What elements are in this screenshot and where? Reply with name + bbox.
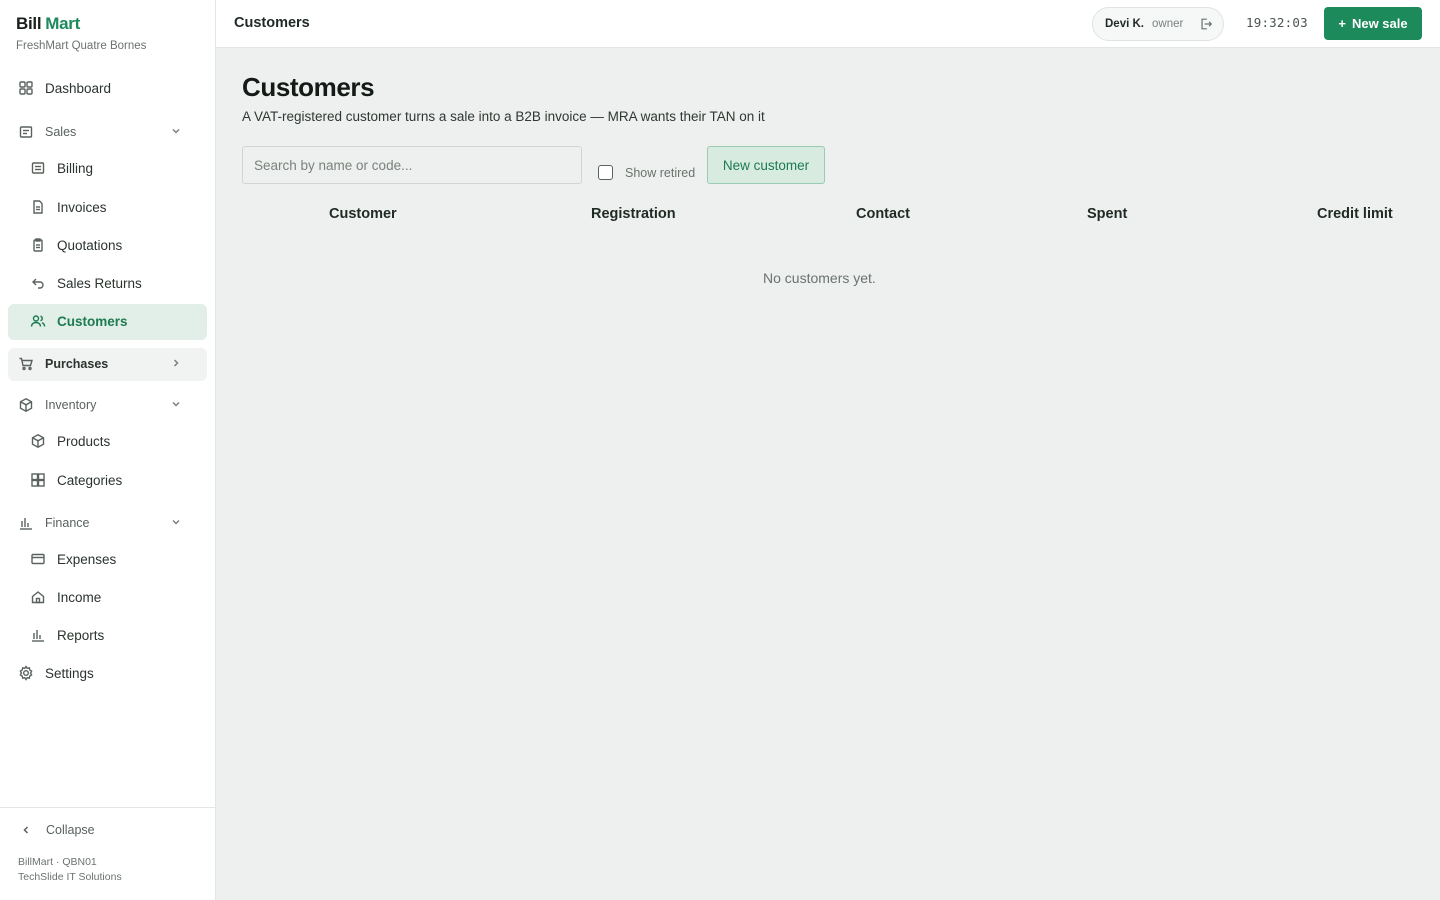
page-subtitle: A VAT-registered customer turns a sale i… bbox=[242, 109, 765, 124]
bar-chart-icon bbox=[16, 513, 36, 533]
receipt-icon bbox=[16, 122, 36, 142]
app-logo[interactable]: Bill Mart bbox=[16, 14, 80, 34]
return-arrow-icon bbox=[28, 273, 48, 293]
sidebar-item-billing[interactable]: Billing bbox=[28, 158, 93, 178]
plus-icon: + bbox=[1338, 16, 1346, 31]
sidebar-group-inventory[interactable]: Inventory bbox=[16, 395, 200, 415]
sidebar-item-expenses[interactable]: Expenses bbox=[28, 549, 116, 569]
user-role: owner bbox=[1152, 18, 1184, 30]
column-header-contact[interactable]: Contact bbox=[856, 206, 910, 222]
empty-state-message: No customers yet. bbox=[763, 270, 876, 286]
store-name: FreshMart Quatre Bornes bbox=[16, 40, 147, 52]
sidebar-item-label: Reports bbox=[57, 627, 105, 643]
top-bar: Customers Devi K. owner 19:32:03 + New s… bbox=[216, 0, 1440, 48]
home-icon bbox=[28, 587, 48, 607]
sidebar-item-label: Products bbox=[57, 433, 111, 449]
sidebar-group-label: Inventory bbox=[45, 398, 97, 412]
new-sale-button[interactable]: + New sale bbox=[1324, 7, 1422, 40]
chevron-left-icon bbox=[23, 826, 29, 834]
chevron-down-icon bbox=[170, 398, 182, 413]
brand-name-part1: Bill bbox=[16, 14, 42, 33]
users-icon bbox=[28, 311, 48, 331]
sidebar: Bill Mart FreshMart Quatre Bornes Dashboa… bbox=[0, 0, 216, 900]
sidebar-item-quotations[interactable]: Quotations bbox=[28, 235, 122, 255]
column-header-credit-limit[interactable]: Credit limit bbox=[1317, 206, 1393, 222]
page-title: Customers bbox=[242, 72, 375, 102]
sidebar-divider bbox=[0, 807, 215, 808]
sidebar-item-sales-returns[interactable]: Sales Returns bbox=[28, 273, 142, 293]
sidebar-group-finance[interactable]: Finance bbox=[16, 513, 200, 533]
new-customer-label: New customer bbox=[722, 157, 810, 173]
user-menu[interactable]: Devi K. owner bbox=[1092, 7, 1224, 41]
sidebar-item-label: Quotations bbox=[57, 237, 123, 253]
sidebar-item-income[interactable]: Income bbox=[28, 587, 101, 607]
user-name: Devi K. bbox=[1105, 18, 1144, 30]
chevron-down-icon bbox=[170, 516, 182, 531]
sidebar-item-label: Expenses bbox=[57, 551, 117, 567]
sidebar-item-invoices[interactable]: Invoices bbox=[28, 197, 107, 217]
grid-icon bbox=[28, 470, 48, 490]
sidebar-item-dashboard[interactable]: Dashboard bbox=[16, 78, 111, 98]
sidebar-item-reports[interactable]: Reports bbox=[28, 625, 104, 645]
box-icon bbox=[16, 395, 36, 415]
sidebar-group-label: Finance bbox=[45, 516, 90, 530]
box-icon bbox=[28, 431, 48, 451]
clock: 19:32:03 bbox=[1246, 15, 1308, 30]
search-input[interactable] bbox=[242, 146, 582, 184]
cart-icon bbox=[16, 354, 36, 374]
new-customer-button[interactable]: New customer bbox=[707, 146, 825, 184]
show-retired-checkbox[interactable] bbox=[598, 165, 613, 180]
column-header-customer[interactable]: Customer bbox=[329, 206, 397, 222]
chevron-right-icon bbox=[170, 357, 182, 372]
billing-icon bbox=[28, 158, 48, 178]
brand-name-part2: Mart bbox=[45, 14, 80, 33]
show-retired-label: Show retired bbox=[625, 165, 696, 180]
show-retired-toggle[interactable]: Show retired bbox=[598, 165, 695, 180]
logout-icon[interactable] bbox=[1199, 17, 1213, 34]
sidebar-item-settings[interactable]: Settings bbox=[16, 663, 94, 683]
sidebar-item-products[interactable]: Products bbox=[28, 431, 110, 451]
collapse-sidebar-button[interactable]: Collapse bbox=[20, 823, 95, 837]
sidebar-group-purchases[interactable]: Purchases bbox=[16, 354, 200, 374]
vendor-credit: TechSlide IT Solutions bbox=[18, 871, 122, 883]
sidebar-item-label: Billing bbox=[57, 160, 94, 176]
new-sale-label: New sale bbox=[1351, 16, 1408, 31]
sidebar-item-label: Invoices bbox=[57, 199, 107, 215]
sidebar-item-label: Dashboard bbox=[45, 80, 112, 96]
document-icon bbox=[28, 197, 48, 217]
app-store-code: BillMart · QBN01 bbox=[18, 856, 97, 868]
collapse-label: Collapse bbox=[46, 823, 95, 837]
sidebar-group-sales[interactable]: Sales bbox=[16, 122, 200, 142]
sidebar-item-label: Customers bbox=[57, 313, 128, 329]
clipboard-icon bbox=[28, 235, 48, 255]
gear-icon bbox=[16, 663, 36, 683]
sidebar-group-label: Purchases bbox=[45, 357, 109, 371]
sidebar-item-label: Settings bbox=[45, 665, 94, 681]
chevron-down-icon bbox=[170, 125, 182, 140]
topbar-title: Customers bbox=[234, 15, 310, 31]
dashboard-icon bbox=[16, 78, 36, 98]
sidebar-item-label: Categories bbox=[57, 472, 123, 488]
sidebar-item-label: Income bbox=[57, 589, 102, 605]
column-header-spent[interactable]: Spent bbox=[1087, 206, 1127, 222]
bar-chart-icon bbox=[28, 625, 48, 645]
column-header-registration[interactable]: Registration bbox=[591, 206, 676, 222]
sidebar-item-categories[interactable]: Categories bbox=[28, 470, 122, 490]
sidebar-item-label: Sales Returns bbox=[57, 275, 142, 291]
wallet-icon bbox=[28, 549, 48, 569]
sidebar-item-customers[interactable]: Customers bbox=[28, 311, 128, 331]
sidebar-group-label: Sales bbox=[45, 125, 77, 139]
